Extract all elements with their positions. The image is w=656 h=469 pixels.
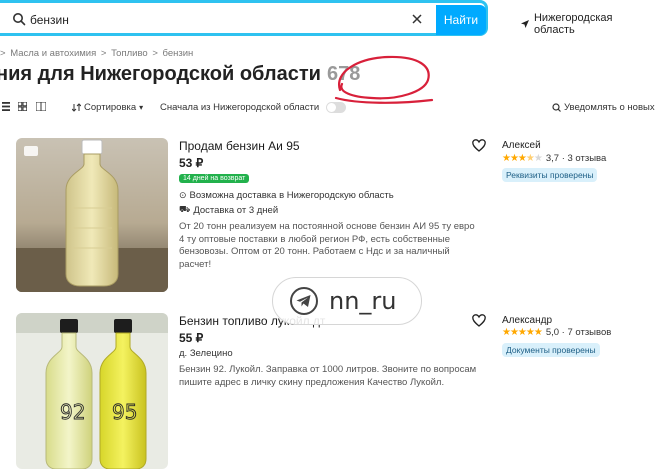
seller-name[interactable]: Александр [502, 315, 552, 326]
notify-button[interactable]: Уведомлять о новых [552, 102, 655, 113]
chevron-down-icon: ▾ [139, 103, 144, 112]
breadcrumb-separator: > [100, 48, 107, 59]
bottle-label-92: 92 [60, 400, 85, 424]
telegram-icon [290, 287, 318, 315]
listing-description: Бензин 92. Лукойл. Заправка от 1000 литр… [179, 364, 477, 388]
favorite-heart-icon[interactable] [472, 139, 486, 152]
rating-text: 3,7 · 3 отзыва [545, 153, 607, 164]
breadcrumb-separator: > [152, 48, 158, 59]
region-selector[interactable]: Нижегородская область [520, 12, 656, 36]
close-icon[interactable] [410, 12, 424, 26]
seller-name[interactable]: Алексей [502, 140, 541, 151]
grid-view-icon [18, 102, 27, 111]
search-input[interactable] [30, 11, 390, 29]
rating-stars: ★★★★★ [502, 153, 543, 164]
truck-icon: ⛟ [179, 204, 191, 214]
find-button[interactable]: Найти [436, 5, 486, 35]
list-view-button[interactable] [2, 102, 10, 111]
region-first-toggle[interactable]: Сначала из Нижегородской области [160, 102, 347, 113]
listing-photo[interactable] [16, 138, 168, 292]
seller-rating: ★★★★★ 3,7 · 3 отзыва [502, 153, 606, 164]
delivery-time-label: Доставка от 3 дней [193, 204, 279, 216]
sort-dropdown[interactable]: Сортировка ▾ [72, 102, 143, 113]
sort-label: Сортировка [84, 102, 137, 113]
search-bar: Найти Нижегородская область [0, 0, 656, 38]
breadcrumb-item[interactable]: Масла и автохимия [10, 48, 96, 59]
breadcrumb-item[interactable]: Топливо [111, 48, 148, 59]
toggle-switch[interactable] [326, 102, 347, 113]
fuel-bottles-photo: 92 95 [16, 313, 168, 469]
breadcrumb-separator: > [0, 48, 6, 59]
watermark: nn_ru [272, 277, 422, 325]
tile-view-icon [36, 102, 46, 111]
location-pin-icon: ⊙ [179, 190, 187, 200]
return-badge: 14 дней на возврат [179, 174, 250, 183]
search-box: Найти [0, 0, 488, 36]
toolbar: Сортировка ▾ Сначала из Нижегородской об… [0, 102, 656, 118]
listing-price: 53 ₽ [179, 156, 204, 170]
listing-location: д. Зелецино [179, 348, 233, 359]
location-arrow-icon [520, 20, 529, 28]
region-first-label: Сначала из Нижегородской области [160, 102, 320, 113]
search-icon [552, 103, 561, 112]
listing-description: От 20 тонн реализуем на постоянной основ… [179, 221, 475, 270]
watermark-text: nn_ru [329, 287, 397, 315]
verified-badge: Документы проверены [502, 343, 600, 357]
sort-icon [72, 103, 81, 112]
listing-photo[interactable]: 92 95 [16, 313, 168, 469]
title-row: ния для Нижегородской области 678 [0, 63, 360, 86]
rating-text: 5,0 · 7 отзывов [545, 327, 612, 338]
rating-stars: ★★★★★ [502, 327, 543, 338]
delivery-possible: ⊙ Возможна доставка в Нижегородскую обла… [179, 190, 394, 201]
page: Найти Нижегородская область > Масла и ав… [0, 0, 656, 469]
list-view-icon [2, 102, 10, 111]
notify-label: Уведомлять о новых [564, 102, 655, 113]
bottle-label-95: 95 [112, 400, 137, 424]
region-label: Нижегородская область [533, 12, 613, 36]
listing-title[interactable]: Продам бензин Аи 95 [179, 139, 300, 153]
breadcrumb-item[interactable]: бензин [163, 48, 194, 59]
delivery-possible-label: Возможна доставка в Нижегородскую област… [189, 190, 394, 201]
map-view-button[interactable] [36, 102, 46, 111]
listing-price: 55 ₽ [179, 331, 204, 345]
breadcrumb: > Масла и автохимия > Топливо > бензин [0, 48, 195, 59]
grid-view-button[interactable] [18, 102, 27, 111]
seller-rating: ★★★★★ 5,0 · 7 отзывов [502, 327, 611, 338]
search-icon [13, 13, 26, 26]
fuel-bottle-photo [16, 138, 168, 292]
verified-badge: Реквизиты проверены [502, 168, 598, 182]
delivery-time: ⛟ Доставка от 3 дней [179, 204, 278, 216]
page-title: ния для Нижегородской области [0, 63, 321, 85]
favorite-heart-icon[interactable] [472, 314, 486, 327]
